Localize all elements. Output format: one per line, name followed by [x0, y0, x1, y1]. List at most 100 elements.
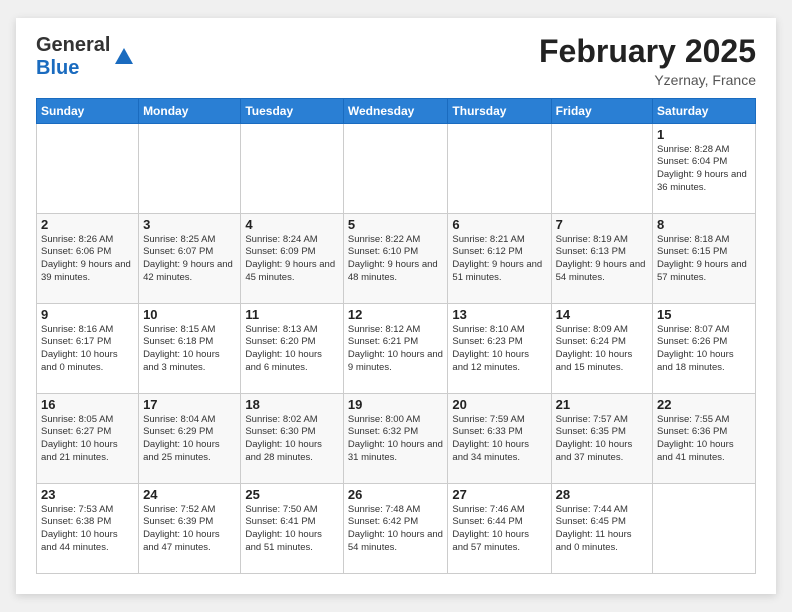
- day-info: Sunrise: 8:15 AM Sunset: 6:18 PM Dayligh…: [143, 324, 236, 375]
- day-header-saturday: Saturday: [653, 98, 756, 123]
- calendar-cell: 23 Sunrise: 7:53 AM Sunset: 6:38 PM Dayli…: [37, 483, 139, 573]
- day-info: Sunrise: 7:53 AM Sunset: 6:38 PM Dayligh…: [41, 504, 134, 555]
- week-row-3: 9 Sunrise: 8:16 AM Sunset: 6:17 PM Daylig…: [37, 303, 756, 393]
- day-info: Sunrise: 8:25 AM Sunset: 6:07 PM Dayligh…: [143, 234, 236, 285]
- calendar-cell: 15Sunrise: 8:07 AM Sunset: 6:26 PM Dayli…: [653, 303, 756, 393]
- calendar-cell: 16 Sunrise: 8:05 AM Sunset: 6:27 PM Dayli…: [37, 393, 139, 483]
- day-info: Sunrise: 8:09 AM Sunset: 6:24 PM Dayligh…: [556, 324, 648, 375]
- day-number: 18: [245, 397, 339, 412]
- day-number: 21: [556, 397, 648, 412]
- day-info: Sunrise: 7:48 AM Sunset: 6:42 PM Dayligh…: [348, 504, 444, 555]
- calendar-cell: 26 Sunrise: 7:48 AM Sunset: 6:42 PM Dayli…: [343, 483, 448, 573]
- day-header-sunday: Sunday: [37, 98, 139, 123]
- calendar-cell: 22 Sunrise: 7:55 AM Sunset: 6:36 PM Dayli…: [653, 393, 756, 483]
- day-number: 13: [452, 307, 546, 322]
- calendar-cell: 5 Sunrise: 8:22 AM Sunset: 6:10 PM Daylig…: [343, 213, 448, 303]
- logo-general: General: [36, 34, 110, 56]
- calendar-cell: 18 Sunrise: 8:02 AM Sunset: 6:30 PM Dayli…: [241, 393, 344, 483]
- calendar-cell: 19 Sunrise: 8:00 AM Sunset: 6:32 PM Dayli…: [343, 393, 448, 483]
- day-info: Sunrise: 8:18 AM Sunset: 6:15 PM Dayligh…: [657, 234, 751, 285]
- day-info: Sunrise: 8:13 AM Sunset: 6:20 PM Dayligh…: [245, 324, 339, 375]
- calendar-cell: 1 Sunrise: 8:28 AM Sunset: 6:04 PM Daylig…: [653, 123, 756, 213]
- day-number: 17: [143, 397, 236, 412]
- calendar-cell: 9 Sunrise: 8:16 AM Sunset: 6:17 PM Daylig…: [37, 303, 139, 393]
- logo: General Blue: [36, 34, 135, 80]
- day-info: Sunrise: 8:28 AM Sunset: 6:04 PM Dayligh…: [657, 144, 751, 195]
- day-info: Sunrise: 7:44 AM Sunset: 6:45 PM Dayligh…: [556, 504, 648, 555]
- calendar-cell: 28 Sunrise: 7:44 AM Sunset: 6:45 PM Dayli…: [551, 483, 652, 573]
- week-row-1: 1 Sunrise: 8:28 AM Sunset: 6:04 PM Daylig…: [37, 123, 756, 213]
- calendar-cell: 17 Sunrise: 8:04 AM Sunset: 6:29 PM Dayli…: [139, 393, 241, 483]
- calendar-cell: [241, 123, 344, 213]
- week-row-4: 16 Sunrise: 8:05 AM Sunset: 6:27 PM Dayli…: [37, 393, 756, 483]
- days-header-row: SundayMondayTuesdayWednesdayThursdayFrid…: [37, 98, 756, 123]
- day-info: Sunrise: 8:21 AM Sunset: 6:12 PM Dayligh…: [452, 234, 546, 285]
- day-info: Sunrise: 8:12 AM Sunset: 6:21 PM Dayligh…: [348, 324, 444, 375]
- location: Yzernay, France: [539, 72, 756, 88]
- calendar-cell: 4 Sunrise: 8:24 AM Sunset: 6:09 PM Daylig…: [241, 213, 344, 303]
- calendar-cell: 14 Sunrise: 8:09 AM Sunset: 6:24 PM Dayli…: [551, 303, 652, 393]
- day-number: 26: [348, 487, 444, 502]
- day-number: 28: [556, 487, 648, 502]
- calendar-cell: 21 Sunrise: 7:57 AM Sunset: 6:35 PM Dayli…: [551, 393, 652, 483]
- day-number: 24: [143, 487, 236, 502]
- day-info: Sunrise: 7:55 AM Sunset: 6:36 PM Dayligh…: [657, 414, 751, 465]
- calendar-cell: 12 Sunrise: 8:12 AM Sunset: 6:21 PM Dayli…: [343, 303, 448, 393]
- day-info: Sunrise: 8:16 AM Sunset: 6:17 PM Dayligh…: [41, 324, 134, 375]
- calendar-cell: [343, 123, 448, 213]
- day-number: 23: [41, 487, 134, 502]
- day-number: 5: [348, 217, 444, 232]
- day-info: Sunrise: 8:05 AM Sunset: 6:27 PM Dayligh…: [41, 414, 134, 465]
- logo-icon: [113, 46, 135, 68]
- day-number: 8: [657, 217, 751, 232]
- calendar-cell: 2Sunrise: 8:26 AM Sunset: 6:06 PM Daylig…: [37, 213, 139, 303]
- logo-blue: Blue: [36, 57, 79, 79]
- day-number: 4: [245, 217, 339, 232]
- day-header-friday: Friday: [551, 98, 652, 123]
- day-info: Sunrise: 8:26 AM Sunset: 6:06 PM Dayligh…: [41, 234, 134, 285]
- day-info: Sunrise: 8:02 AM Sunset: 6:30 PM Dayligh…: [245, 414, 339, 465]
- day-number: 3: [143, 217, 236, 232]
- day-info: Sunrise: 7:50 AM Sunset: 6:41 PM Dayligh…: [245, 504, 339, 555]
- day-number: 19: [348, 397, 444, 412]
- calendar-cell: 7 Sunrise: 8:19 AM Sunset: 6:13 PM Daylig…: [551, 213, 652, 303]
- day-number: 9: [41, 307, 134, 322]
- day-number: 14: [556, 307, 648, 322]
- day-number: 12: [348, 307, 444, 322]
- day-info: Sunrise: 8:24 AM Sunset: 6:09 PM Dayligh…: [245, 234, 339, 285]
- day-number: 16: [41, 397, 134, 412]
- day-info: Sunrise: 8:00 AM Sunset: 6:32 PM Dayligh…: [348, 414, 444, 465]
- day-number: 7: [556, 217, 648, 232]
- day-number: 20: [452, 397, 546, 412]
- calendar-cell: 25 Sunrise: 7:50 AM Sunset: 6:41 PM Dayli…: [241, 483, 344, 573]
- week-row-5: 23 Sunrise: 7:53 AM Sunset: 6:38 PM Dayli…: [37, 483, 756, 573]
- calendar-cell: [551, 123, 652, 213]
- title-section: February 2025 Yzernay, France: [539, 34, 756, 87]
- day-info: Sunrise: 7:52 AM Sunset: 6:39 PM Dayligh…: [143, 504, 236, 555]
- day-info: Sunrise: 8:22 AM Sunset: 6:10 PM Dayligh…: [348, 234, 444, 285]
- day-info: Sunrise: 7:46 AM Sunset: 6:44 PM Dayligh…: [452, 504, 546, 555]
- calendar-cell: 11 Sunrise: 8:13 AM Sunset: 6:20 PM Dayli…: [241, 303, 344, 393]
- day-number: 27: [452, 487, 546, 502]
- calendar-cell: 20 Sunrise: 7:59 AM Sunset: 6:33 PM Dayli…: [448, 393, 551, 483]
- calendar-cell: 24 Sunrise: 7:52 AM Sunset: 6:39 PM Dayli…: [139, 483, 241, 573]
- calendar-cell: [653, 483, 756, 573]
- day-number: 25: [245, 487, 339, 502]
- logo-text: General Blue: [36, 34, 110, 80]
- day-number: 1: [657, 127, 751, 142]
- day-info: Sunrise: 7:59 AM Sunset: 6:33 PM Dayligh…: [452, 414, 546, 465]
- day-number: 10: [143, 307, 236, 322]
- day-info: Sunrise: 8:04 AM Sunset: 6:29 PM Dayligh…: [143, 414, 236, 465]
- day-number: 15: [657, 307, 751, 322]
- week-row-2: 2Sunrise: 8:26 AM Sunset: 6:06 PM Daylig…: [37, 213, 756, 303]
- calendar-cell: 8 Sunrise: 8:18 AM Sunset: 6:15 PM Daylig…: [653, 213, 756, 303]
- day-number: 22: [657, 397, 751, 412]
- calendar-cell: [37, 123, 139, 213]
- day-info: Sunrise: 7:57 AM Sunset: 6:35 PM Dayligh…: [556, 414, 648, 465]
- calendar-cell: [448, 123, 551, 213]
- calendar-cell: 27 Sunrise: 7:46 AM Sunset: 6:44 PM Dayli…: [448, 483, 551, 573]
- day-header-thursday: Thursday: [448, 98, 551, 123]
- day-number: 11: [245, 307, 339, 322]
- month-title: February 2025: [539, 34, 756, 69]
- day-info: Sunrise: 8:19 AM Sunset: 6:13 PM Dayligh…: [556, 234, 648, 285]
